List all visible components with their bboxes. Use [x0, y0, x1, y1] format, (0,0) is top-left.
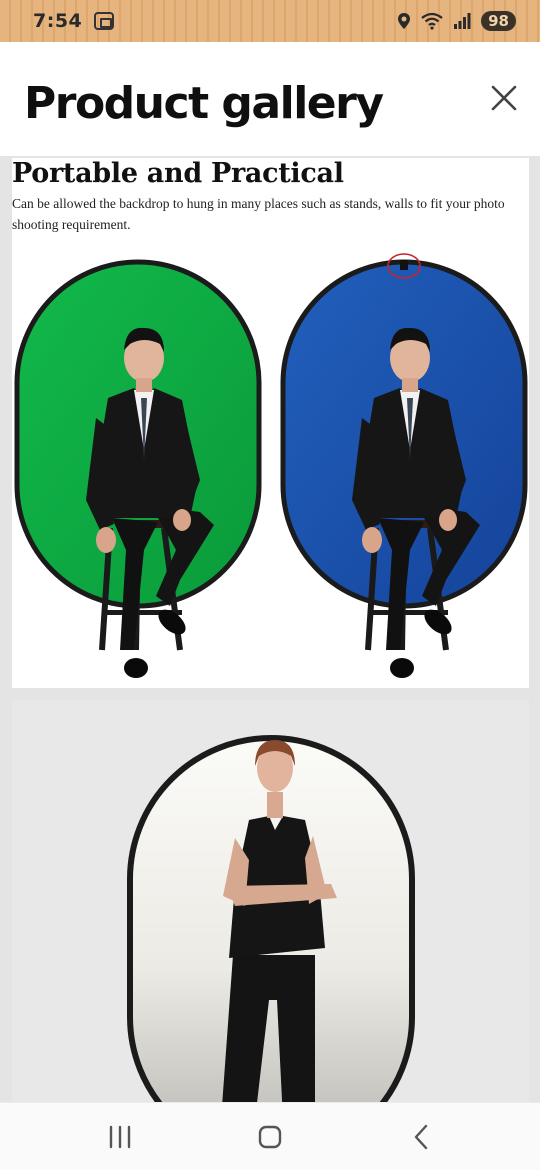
product-description: Can be allowed the backdrop to hung in m…	[12, 196, 505, 232]
product-heading: Portable and Practical	[12, 158, 344, 189]
recent-apps-icon[interactable]	[100, 1117, 140, 1157]
system-nav-bar	[0, 1102, 540, 1170]
gallery-image-white-backdrop[interactable]	[12, 700, 529, 1102]
location-icon	[398, 13, 411, 29]
home-icon[interactable]	[250, 1117, 290, 1157]
page-title: Product gallery	[24, 78, 384, 129]
white-backdrop-illustration	[127, 735, 415, 1102]
signal-icon	[454, 13, 471, 29]
gallery-scroll-area[interactable]: Portable and Practical Can be allowed th…	[0, 156, 540, 1102]
back-icon[interactable]	[402, 1117, 442, 1157]
status-indicators: 98	[397, 11, 516, 31]
battery-level: 98	[481, 11, 516, 31]
status-time: 7:54	[33, 10, 83, 32]
status-bar: 7:54 98	[0, 0, 540, 42]
backdrop-illustration	[14, 253, 528, 678]
wifi-icon	[421, 12, 443, 30]
gallery-image-portable[interactable]: Portable and Practical Can be allowed th…	[12, 158, 529, 688]
screenshot-icon	[94, 12, 115, 30]
page-header: Product gallery	[0, 42, 540, 156]
close-icon[interactable]	[488, 82, 520, 114]
